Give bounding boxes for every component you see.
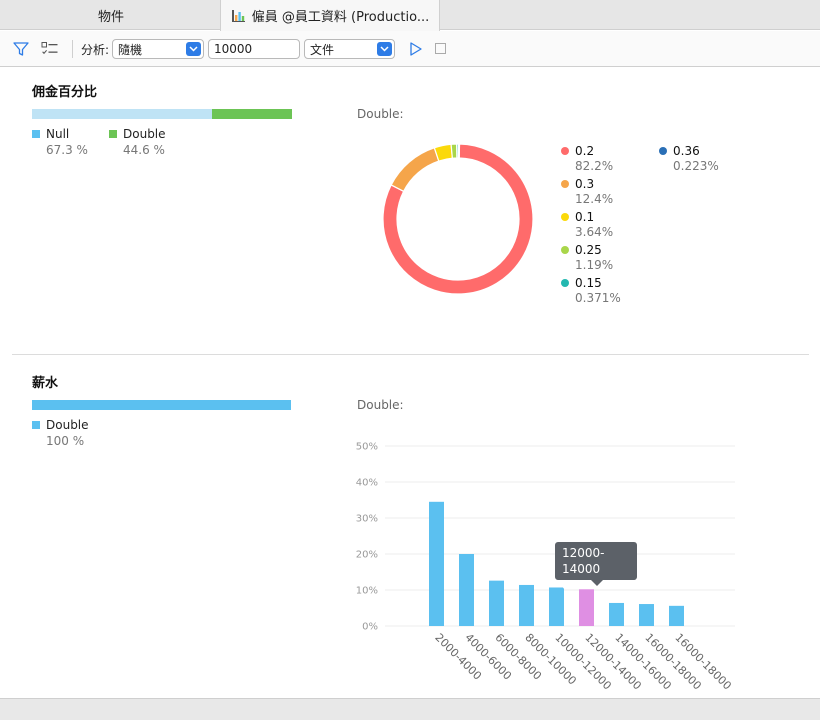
pie-legend-item[interactable]: 0.1 3.64% bbox=[561, 210, 613, 239]
legend-swatch bbox=[109, 130, 117, 138]
tab-employee-label: 僱員 @員工資料 (Productio... bbox=[251, 10, 430, 25]
stop-icon[interactable] bbox=[434, 31, 448, 67]
legend-dot bbox=[561, 180, 569, 188]
pie-legend-pct: 3.64% bbox=[575, 225, 614, 239]
salary-distribution-bar bbox=[32, 400, 291, 410]
histogram-bar[interactable] bbox=[459, 554, 474, 626]
commission-distribution-bar bbox=[32, 109, 292, 119]
pie-legend-item[interactable]: 0.36 0.223% bbox=[659, 144, 719, 173]
tab-objects-label: 物件 bbox=[97, 9, 124, 25]
legend-swatch bbox=[32, 130, 40, 138]
legend-double: Double 44.6 % bbox=[109, 127, 166, 157]
legend-null: Null 67.3 % bbox=[32, 127, 88, 157]
output-format-value: 文件 bbox=[310, 42, 335, 57]
histogram-bar[interactable] bbox=[489, 580, 504, 626]
y-tick-label: 40% bbox=[356, 478, 378, 489]
pie-legend-pct: 82.2% bbox=[575, 159, 614, 173]
y-tick-label: 0% bbox=[362, 622, 378, 633]
y-tick-label: 30% bbox=[356, 514, 378, 525]
donut-chart bbox=[382, 143, 534, 295]
sample-count-value: 10000 bbox=[214, 42, 253, 56]
chevron-down-icon bbox=[377, 42, 392, 56]
double-segment bbox=[212, 109, 292, 119]
section-divider bbox=[12, 354, 809, 355]
chart-tooltip: 12000-14000 8% bbox=[555, 542, 637, 592]
output-format-select[interactable]: 文件 bbox=[304, 39, 395, 59]
legend-double-pct: 44.6 % bbox=[123, 143, 165, 157]
tab-objects[interactable]: 物件 bbox=[0, 0, 222, 30]
legend-null-label: Null bbox=[46, 127, 70, 141]
analyze-label: 分析: bbox=[81, 42, 110, 57]
legend-double-label: Double bbox=[123, 127, 166, 141]
y-tick-label: 50% bbox=[356, 442, 378, 453]
histogram-bar[interactable] bbox=[579, 589, 594, 626]
legend-dot bbox=[561, 246, 569, 254]
histogram-chart: 0%10%20%30%40%50%2000-40004000-60006000-… bbox=[356, 442, 735, 692]
donut-slice-0-3[interactable] bbox=[390, 147, 440, 193]
pie-legend-item[interactable]: 0.2 82.2% bbox=[561, 144, 613, 173]
legend-double: Double 100 % bbox=[32, 418, 89, 448]
legend-null-pct: 67.3 % bbox=[46, 143, 88, 157]
section-title-commission: 佣金百分比 bbox=[32, 85, 98, 100]
legend-dot bbox=[561, 213, 569, 221]
pie-legend-pct: 0.371% bbox=[575, 291, 621, 305]
section-title-salary: 薪水 bbox=[32, 376, 59, 391]
bar-chart-icon bbox=[231, 9, 246, 23]
tooltip-title: 12000-14000 bbox=[562, 546, 605, 576]
pie-legend-pct: 1.19% bbox=[575, 258, 614, 272]
donut-slice-0-25[interactable] bbox=[450, 143, 458, 159]
y-tick-label: 20% bbox=[356, 550, 378, 561]
histogram-label: Double: bbox=[357, 398, 404, 412]
null-segment bbox=[32, 109, 212, 119]
pie-legend-item[interactable]: 0.15 0.371% bbox=[561, 276, 621, 305]
donut-slice-0-36[interactable] bbox=[457, 143, 461, 159]
double-segment bbox=[32, 400, 291, 410]
pie-legend-label: 0.15 bbox=[575, 276, 602, 290]
pie-legend-label: 0.1 bbox=[575, 210, 595, 224]
analysis-mode-select[interactable]: 隨機 bbox=[112, 39, 204, 59]
legend-double-label: Double bbox=[46, 418, 89, 432]
pie-legend-label: 0.25 bbox=[575, 243, 602, 257]
checklist-icon[interactable] bbox=[40, 31, 60, 67]
pie-legend-pct: 0.223% bbox=[673, 159, 719, 173]
pie-legend-label: 0.36 bbox=[673, 144, 700, 158]
sample-count-input[interactable]: 10000 bbox=[208, 39, 300, 59]
pie-legend-label: 0.2 bbox=[575, 144, 595, 158]
histogram-bar[interactable] bbox=[549, 587, 564, 626]
pie-chart-label: Double: bbox=[357, 107, 404, 121]
chevron-down-icon bbox=[186, 42, 201, 56]
tab-bar: 物件 僱員 @員工資料 (Productio... bbox=[0, 0, 820, 31]
tooltip-value: 8% bbox=[562, 578, 582, 592]
toolbar-divider bbox=[72, 40, 73, 58]
pie-legend-item[interactable]: 0.3 12.4% bbox=[561, 177, 613, 206]
histogram-bar[interactable] bbox=[519, 584, 534, 626]
pie-legend-item[interactable]: 0.25 1.19% bbox=[561, 243, 613, 272]
legend-dot bbox=[561, 279, 569, 287]
legend-swatch bbox=[32, 421, 40, 429]
filter-icon[interactable] bbox=[12, 31, 30, 67]
legend-dot bbox=[659, 147, 667, 155]
histogram-bar[interactable] bbox=[609, 602, 624, 626]
status-bar bbox=[0, 698, 820, 720]
tab-employee[interactable]: 僱員 @員工資料 (Productio... bbox=[220, 0, 440, 31]
pie-legend-label: 0.3 bbox=[575, 177, 595, 191]
histogram-bar[interactable] bbox=[429, 501, 444, 626]
analysis-mode-value: 隨機 bbox=[118, 42, 143, 57]
legend-double-pct: 100 % bbox=[46, 434, 85, 448]
histogram-bar[interactable] bbox=[669, 605, 684, 626]
y-tick-label: 10% bbox=[356, 586, 378, 597]
toolbar: 分析: 隨機 10000 文件 bbox=[0, 31, 820, 67]
histogram-bar[interactable] bbox=[639, 604, 654, 626]
legend-dot bbox=[561, 147, 569, 155]
run-icon[interactable] bbox=[408, 31, 424, 67]
pie-legend-pct: 12.4% bbox=[575, 192, 614, 206]
